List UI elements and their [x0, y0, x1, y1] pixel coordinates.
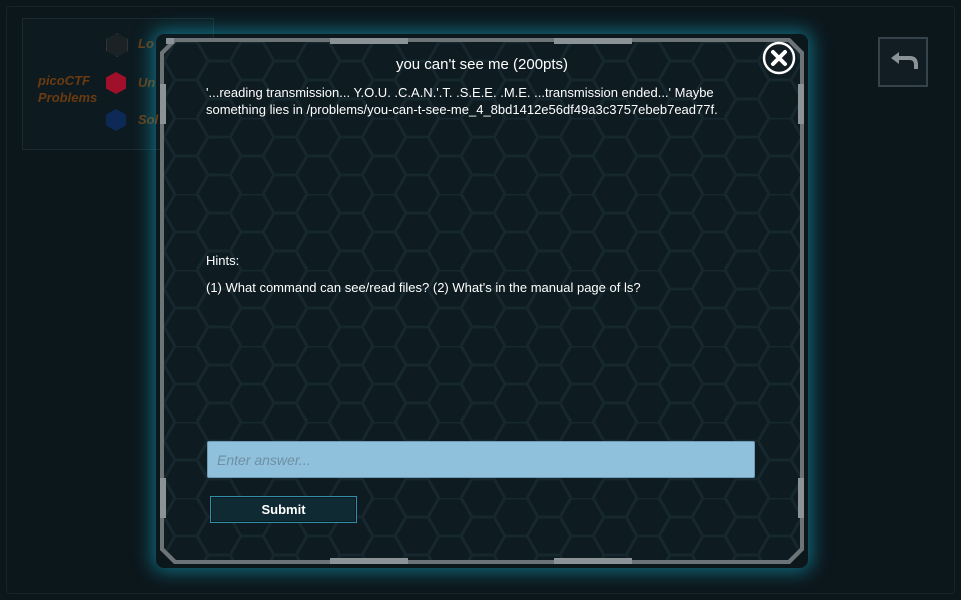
frame-tab	[798, 84, 804, 124]
back-button[interactable]	[878, 37, 928, 87]
back-arrow-icon	[891, 52, 918, 69]
frame-tab	[798, 478, 804, 518]
submit-button[interactable]: Submit	[210, 496, 357, 523]
sidebar-item-label: Un	[138, 75, 156, 90]
frame-tab	[330, 38, 408, 44]
hexagon-icon	[106, 109, 126, 131]
answer-input[interactable]	[207, 441, 755, 478]
hex-grid-background	[164, 42, 800, 560]
problem-title: you can't see me (200pts)	[395, 56, 569, 73]
hints-text: (1) What command can see/read files? (2)…	[206, 280, 641, 295]
frame-tab	[160, 84, 166, 124]
hints-label: Hints:	[206, 253, 240, 268]
hexagon-icon	[106, 33, 128, 57]
close-icon	[762, 41, 796, 75]
sidebar-item-label: Lo	[138, 36, 154, 51]
frame-tab	[160, 478, 166, 518]
close-button[interactable]	[762, 41, 796, 75]
frame-tab	[330, 558, 408, 564]
dialog-body: you can't see me (200pts) '...reading tr…	[164, 42, 800, 560]
hexagon-icon	[106, 72, 126, 94]
problem-dialog: you can't see me (200pts) '...reading tr…	[160, 38, 804, 564]
frame-tab	[554, 38, 632, 44]
frame-tab	[554, 558, 632, 564]
problem-description: '...reading transmission... Y.O.U. .C.A.…	[206, 85, 718, 117]
frame-corner	[166, 38, 174, 44]
